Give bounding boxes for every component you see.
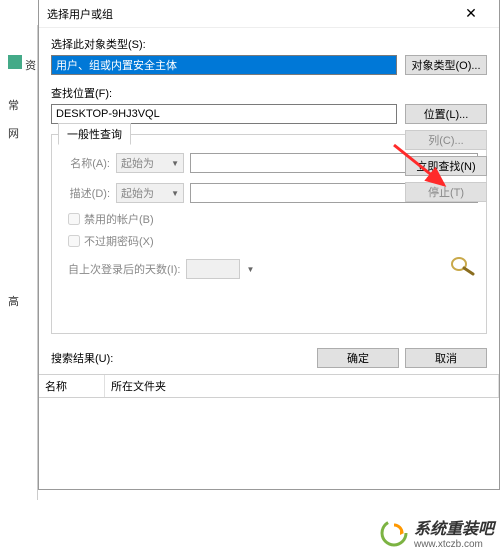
dialog-title: 选择用户或组 [47, 6, 451, 22]
chevron-down-icon: ▼ [246, 265, 254, 274]
stop-button[interactable]: 停止(T) [405, 182, 487, 202]
location-label: 查找位置(F): [51, 85, 487, 101]
days-input[interactable] [186, 259, 240, 279]
cancel-button[interactable]: 取消 [405, 348, 487, 368]
disabled-accounts-label: 禁用的帐户(B) [84, 211, 154, 227]
columns-button[interactable]: 列(C)... [405, 130, 487, 150]
col-name[interactable]: 名称 [39, 375, 105, 397]
chevron-down-icon: ▼ [171, 189, 179, 198]
select-user-dialog: 选择用户或组 ✕ 选择此对象类型(S): 对象类型(O)... 查找位置(F):… [38, 0, 500, 490]
object-types-button[interactable]: 对象类型(O)... [405, 55, 487, 75]
days-label: 自上次登录后的天数(I): [68, 261, 180, 277]
close-button[interactable]: ✕ [451, 1, 491, 27]
chevron-down-icon: ▼ [171, 159, 179, 168]
background-window: 资 常 网 高 [0, 25, 38, 500]
name-combo[interactable]: 起始为▼ [116, 153, 184, 173]
object-type-input[interactable] [51, 55, 397, 75]
location-input[interactable] [51, 104, 397, 124]
grid-header: 名称 所在文件夹 [39, 375, 499, 398]
right-button-group: 列(C)... 立即查找(N) 停止(T) [405, 130, 487, 202]
ok-button[interactable]: 确定 [317, 348, 399, 368]
dialog-buttons: 搜索结果(U): 确定 取消 [39, 342, 499, 374]
col-folder[interactable]: 所在文件夹 [105, 375, 499, 397]
common-tab[interactable]: 一般性查询 [58, 123, 131, 145]
locations-button[interactable]: 位置(L)... [405, 104, 487, 124]
bg-tab-1: 常 [8, 97, 19, 113]
watermark: 系统重装吧 www.xtczb.com [380, 515, 494, 550]
titlebar: 选择用户或组 ✕ [39, 0, 499, 28]
no-expire-label: 不过期密码(X) [84, 233, 154, 249]
name-label: 名称(A): [60, 155, 110, 171]
search-icon [447, 254, 479, 281]
bg-tab-2: 网 [8, 125, 19, 141]
bg-item-1: 高 [8, 293, 19, 309]
no-expire-checkbox[interactable] [68, 235, 80, 247]
watermark-logo-icon [380, 519, 408, 547]
results-label: 搜索结果(U): [51, 350, 113, 366]
watermark-title: 系统重装吧 [414, 515, 494, 539]
watermark-url: www.xtczb.com [414, 539, 494, 550]
bg-icon: 资 [8, 55, 36, 73]
desc-label: 描述(D): [60, 185, 110, 201]
object-type-label: 选择此对象类型(S): [51, 36, 487, 52]
results-grid: 名称 所在文件夹 [39, 374, 499, 454]
find-now-button[interactable]: 立即查找(N) [405, 156, 487, 176]
disabled-accounts-checkbox[interactable] [68, 213, 80, 225]
desc-combo[interactable]: 起始为▼ [116, 183, 184, 203]
